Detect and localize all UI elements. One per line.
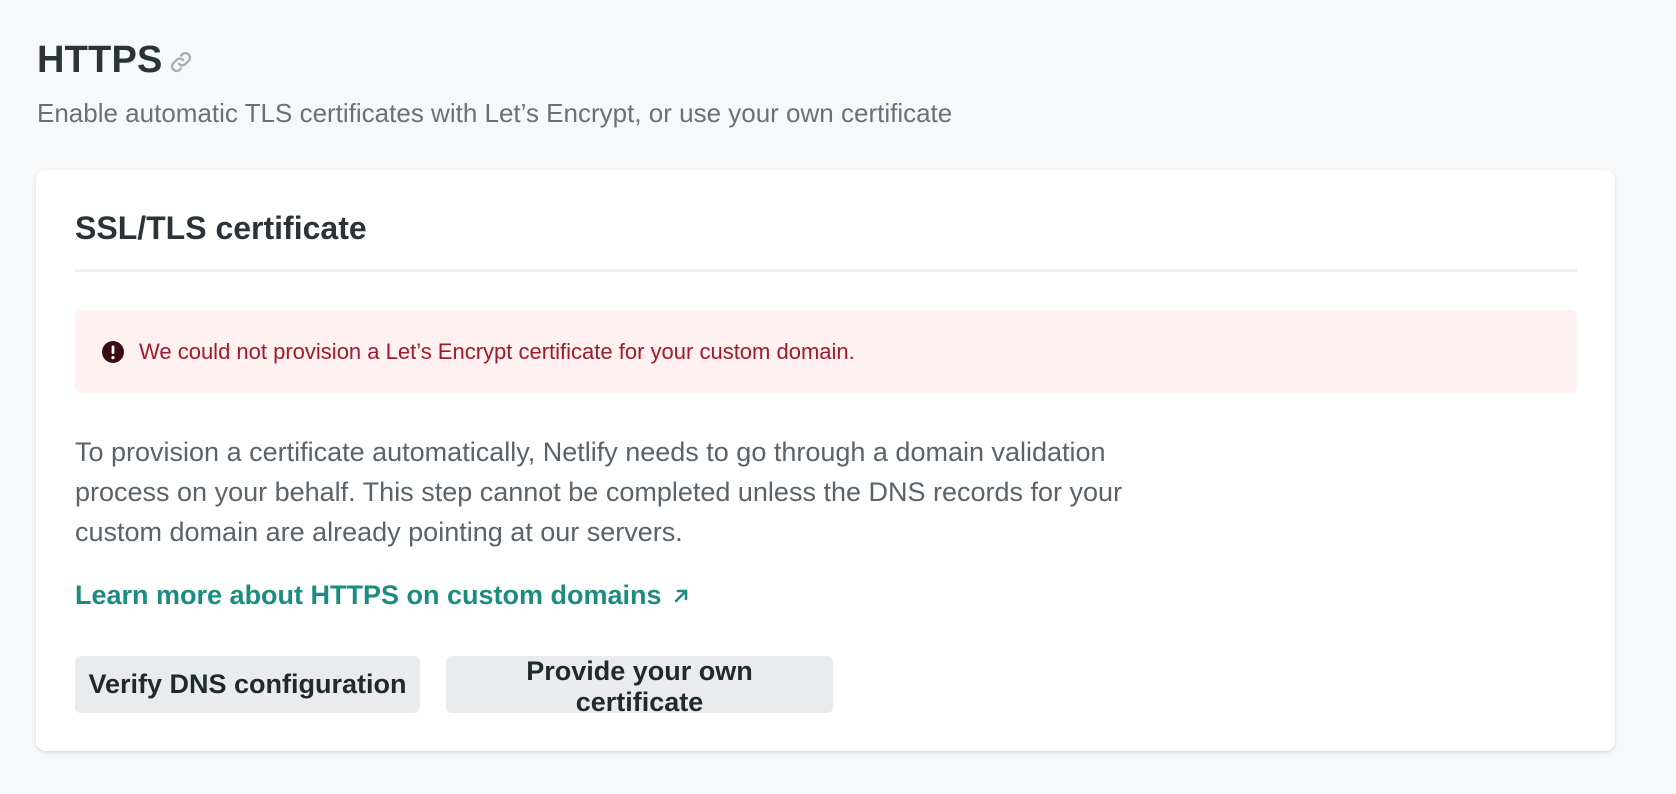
- section-title-row: HTTPS: [37, 36, 952, 84]
- verify-dns-button[interactable]: Verify DNS configuration: [75, 656, 420, 713]
- alert-message: We could not provision a Let’s Encrypt c…: [139, 338, 855, 364]
- section-header: HTTPS Enable automatic TLS certificates …: [37, 36, 952, 129]
- link-icon[interactable]: [169, 50, 193, 74]
- explanation-text: To provision a certificate automatically…: [75, 437, 1123, 547]
- ssl-certificate-card: SSL/TLS certificate We could not provisi…: [36, 170, 1615, 751]
- error-alert: We could not provision a Let’s Encrypt c…: [75, 310, 1577, 393]
- learn-more-label: Learn more about HTTPS on custom domains: [75, 580, 662, 610]
- card-divider: [75, 269, 1577, 272]
- external-arrow-icon: [672, 587, 690, 605]
- section-title: HTTPS: [37, 38, 163, 81]
- exclamation-circle-icon: [101, 340, 125, 364]
- learn-more-link[interactable]: Learn more about HTTPS on custom domains: [75, 580, 690, 611]
- card-title: SSL/TLS certificate: [75, 210, 367, 246]
- section-subtitle: Enable automatic TLS certificates with L…: [37, 98, 953, 128]
- provide-certificate-button[interactable]: Provide your own certificate: [446, 656, 833, 717]
